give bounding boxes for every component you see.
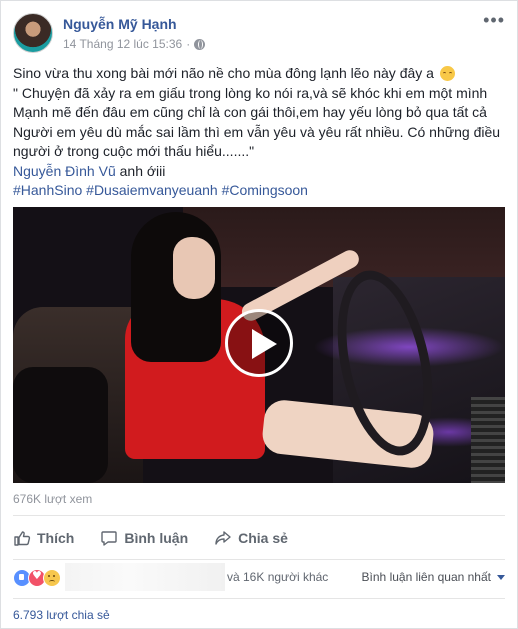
post-line: " Chuyện đã xảy ra em giấu trong lòng ko… <box>13 84 488 101</box>
thumbs-up-icon <box>14 531 31 546</box>
reaction-icons[interactable] <box>13 569 61 587</box>
divider <box>13 598 505 599</box>
action-bar: Thích Bình luận Chia sẻ <box>13 523 314 553</box>
reactor-names-redacted <box>65 563 225 591</box>
post-line: Người em yêu dù mắc sai lầm thì em vẫn y… <box>13 123 501 140</box>
timestamp[interactable]: 14 Tháng 12 lúc 15:36 <box>63 37 182 51</box>
share-label: Chia sẻ <box>238 530 288 546</box>
reaction-count[interactable]: và 16K người khác <box>227 570 328 584</box>
reactions-row: và 16K người khác Bình luận liên quan nh… <box>13 561 505 595</box>
video-frame-bag <box>13 367 108 483</box>
comment-label: Bình luận <box>124 530 189 546</box>
post-line: Mạnh mẽ đến đâu em cũng chỉ là con gái t… <box>13 104 487 120</box>
more-options-icon[interactable]: ••• <box>483 11 505 29</box>
share-button[interactable]: Chia sẻ <box>214 523 288 553</box>
divider <box>13 559 505 560</box>
post-line: người ở trong cuộc mới thấu hiểu......." <box>13 143 255 159</box>
hashtags[interactable]: #HanhSino #Dusaiemvanyeuanh #Comingsoon <box>13 181 509 201</box>
comment-icon <box>101 531 118 546</box>
video-player[interactable] <box>13 207 505 483</box>
share-count[interactable]: 6.793 lượt chia sẻ <box>13 608 110 622</box>
globe-icon[interactable] <box>194 38 206 50</box>
video-frame-window <box>183 207 505 287</box>
avatar[interactable] <box>13 13 53 53</box>
video-frame-face <box>173 237 215 299</box>
share-arrow-icon <box>215 531 231 545</box>
post-header: Nguyễn Mỹ Hạnh 14 Tháng 12 lúc 15:36 · •… <box>13 11 505 55</box>
author-name[interactable]: Nguyễn Mỹ Hạnh <box>63 16 177 32</box>
mention-link[interactable]: Nguyễn Đình Vũ <box>13 163 116 179</box>
chevron-down-icon <box>497 574 505 580</box>
post-line: Sino vừa thu xong bài mới não nề cho mùa… <box>13 64 509 84</box>
post-text: Sino vừa thu xong bài mới não nề cho mùa… <box>13 64 509 201</box>
sad-reaction-icon <box>43 569 61 587</box>
video-frame-vent <box>471 397 505 483</box>
like-label: Thích <box>37 530 75 546</box>
mention-line: Nguyễn Đình Vũ anh ới​ii <box>13 162 166 179</box>
play-button[interactable] <box>225 309 293 377</box>
divider <box>13 515 505 516</box>
comment-button[interactable]: Bình luận <box>100 523 188 553</box>
comment-sort-label: Bình luận liên quan nhất <box>361 570 491 584</box>
view-count: 676K lượt xem <box>13 492 93 506</box>
comment-sort-dropdown[interactable]: Bình luận liên quan nhất <box>362 570 505 584</box>
post-card: Nguyễn Mỹ Hạnh 14 Tháng 12 lúc 15:36 · •… <box>0 0 518 629</box>
post-meta: 14 Tháng 12 lúc 15:36 · <box>63 37 206 51</box>
like-button[interactable]: Thích <box>13 523 74 553</box>
relieved-emoji-icon <box>439 66 455 81</box>
